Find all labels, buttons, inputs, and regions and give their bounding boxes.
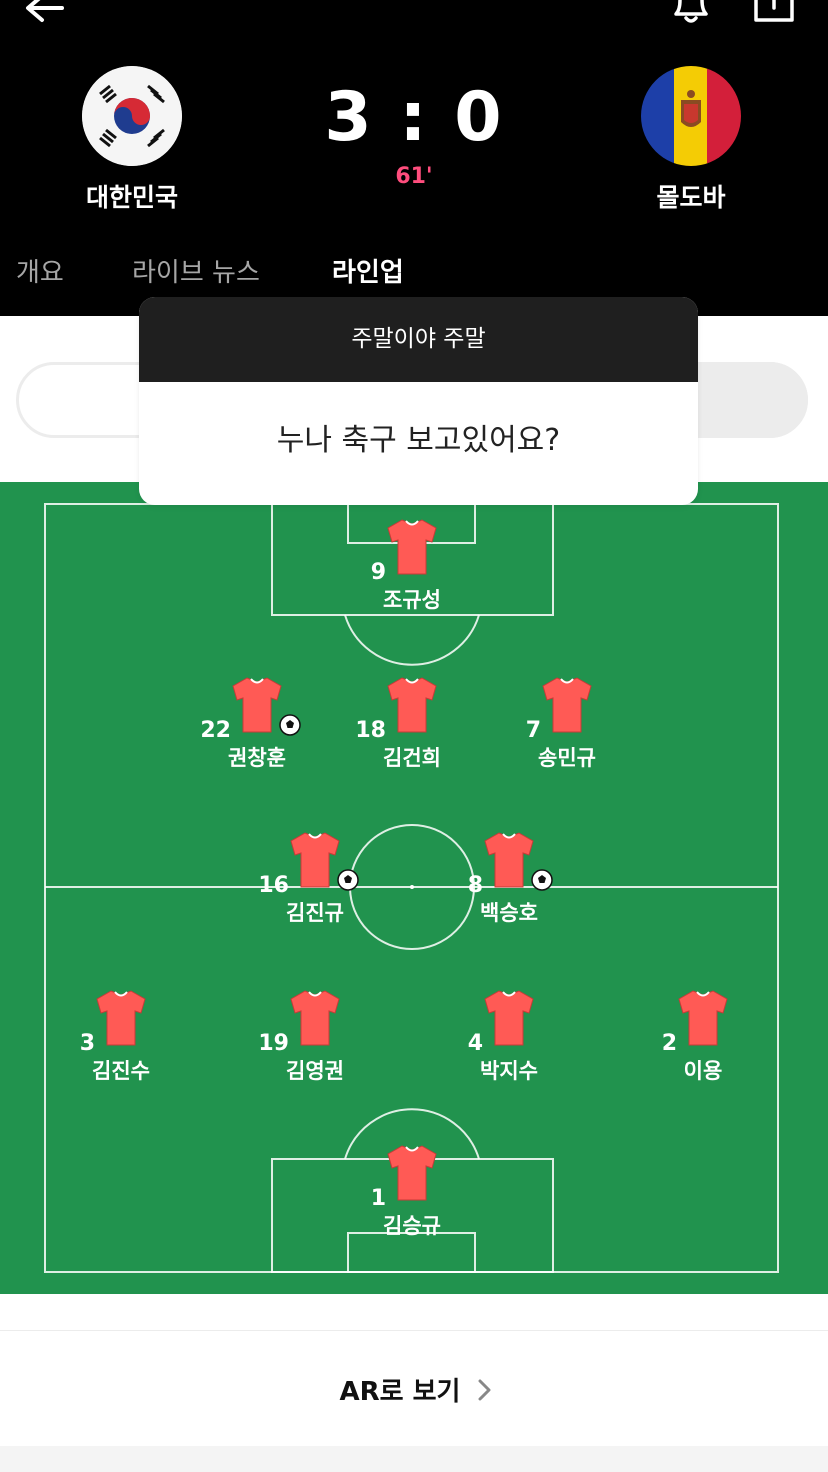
player-name: 김건희	[383, 746, 441, 770]
player-card[interactable]: 22 권창훈	[197, 676, 317, 776]
jersey-icon	[387, 677, 437, 733]
player-name: 김진규	[286, 901, 344, 925]
player-name: 김영권	[286, 1059, 344, 1083]
player-number: 19	[258, 1031, 289, 1056]
tab-overview[interactable]: 개요	[16, 252, 64, 289]
bell-icon[interactable]	[668, 0, 714, 26]
player-name: 박지수	[480, 1059, 538, 1083]
player-number: 2	[661, 1031, 677, 1056]
popup-title: 주말이야 주말	[139, 297, 698, 382]
share-icon[interactable]	[752, 0, 796, 26]
player-number: 18	[355, 718, 386, 743]
player-card[interactable]: 8 백승호	[449, 831, 569, 931]
goal-ball-icon	[531, 869, 553, 891]
chevron-right-icon	[478, 1379, 491, 1401]
popup-message: 누나 축구 보고있어요?	[276, 423, 561, 458]
player-name: 김진수	[92, 1059, 150, 1083]
player-card[interactable]: 2 이용	[643, 989, 763, 1089]
home-team-name[interactable]: 대한민국	[52, 178, 212, 214]
jersey-icon	[678, 990, 728, 1046]
jersey-icon	[542, 677, 592, 733]
message-popup[interactable]: 주말이야 주말 누나 축구 보고있어요?	[139, 297, 698, 505]
jersey-icon	[96, 990, 146, 1046]
player-card[interactable]: 16 김진규	[255, 831, 375, 931]
match-minute: 61'	[395, 164, 433, 189]
jersey-icon	[232, 677, 282, 733]
player-number: 4	[467, 1031, 483, 1056]
player-card[interactable]: 4 박지수	[449, 989, 569, 1089]
player-number: 3	[79, 1031, 95, 1056]
player-number: 1	[370, 1186, 386, 1211]
bottom-divider	[0, 1446, 828, 1472]
player-card[interactable]: 19 김영권	[255, 989, 375, 1089]
away-team-name[interactable]: 몰도바	[611, 178, 771, 214]
jersey-icon	[290, 990, 340, 1046]
jersey-icon	[387, 1145, 437, 1201]
player-number: 22	[200, 718, 231, 743]
away-team-flag[interactable]	[641, 66, 741, 166]
tab-live-news[interactable]: 라이브 뉴스	[132, 252, 260, 289]
goal-ball-icon	[337, 869, 359, 891]
player-card[interactable]: 3 김진수	[61, 989, 181, 1089]
jersey-icon	[387, 519, 437, 575]
player-name: 권창훈	[228, 746, 286, 770]
player-card[interactable]: 7 송민규	[507, 676, 627, 776]
jersey-icon	[290, 832, 340, 888]
ar-view-button[interactable]: AR로 보기	[0, 1330, 828, 1446]
player-number: 9	[370, 560, 386, 585]
match-header: 대한민국 3 : 0 61' 몰도바 개요 라이브 뉴스 라인업	[0, 0, 828, 316]
player-name: 송민규	[538, 746, 596, 770]
jersey-icon	[484, 990, 534, 1046]
jersey-icon	[484, 832, 534, 888]
match-tabs: 개요 라이브 뉴스 라인업	[0, 252, 828, 292]
player-number: 7	[525, 718, 541, 743]
player-name: 백승호	[480, 901, 538, 925]
player-card[interactable]: 18 김건희	[352, 676, 472, 776]
match-score: 3 : 0	[324, 78, 504, 157]
lineup-pitch: 9 조규성 22 권창훈 18 김건희 7 송민규 16 김진규 8 백승호 3…	[0, 482, 828, 1294]
back-arrow-icon[interactable]	[22, 0, 68, 28]
player-name: 이용	[683, 1059, 723, 1083]
player-number: 16	[258, 873, 289, 898]
tab-lineup[interactable]: 라인업	[332, 252, 404, 289]
goal-ball-icon	[279, 714, 301, 736]
player-card[interactable]: 9 조규성	[352, 518, 472, 618]
player-name: 김승규	[383, 1214, 441, 1238]
player-name: 조규성	[383, 588, 441, 612]
home-team-flag[interactable]	[82, 66, 182, 166]
ar-view-label: AR로 보기	[339, 1377, 461, 1407]
player-number: 8	[467, 873, 483, 898]
player-card[interactable]: 1 김승규	[352, 1144, 472, 1244]
